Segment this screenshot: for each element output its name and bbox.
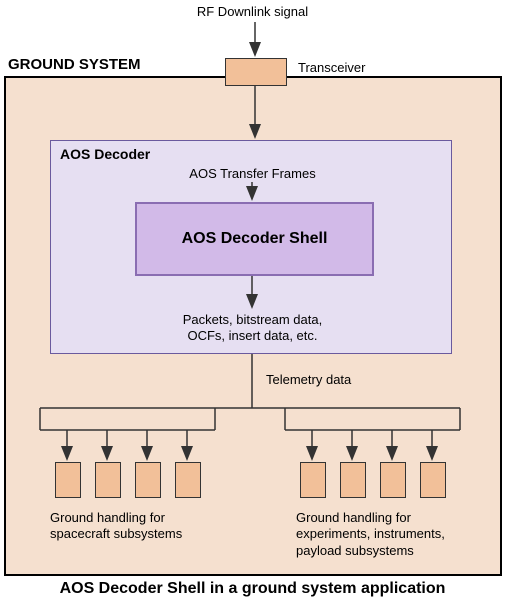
packets-output-label: Packets, bitstream data, OCFs, insert da… [0,312,505,345]
diagram-canvas: RF Downlink signal GROUND SYSTEM Transce… [0,0,505,606]
aos-decoder-shell-label: AOS Decoder Shell [182,229,328,248]
rf-downlink-label: RF Downlink signal [0,4,505,19]
transceiver-box [225,58,287,86]
subsystem-box [135,462,161,498]
subsystem-box [175,462,201,498]
subsystem-box [380,462,406,498]
aos-decoder-title: AOS Decoder [60,146,150,162]
ground-handling-left-label: Ground handling for spacecraft subsystem… [50,510,250,543]
ground-handling-right-label: Ground handling for experiments, instrum… [296,510,496,559]
figure-caption: AOS Decoder Shell in a ground system app… [0,580,505,598]
transceiver-label: Transceiver [298,60,365,75]
ground-system-title: GROUND SYSTEM [8,56,141,73]
aos-decoder-shell-box: AOS Decoder Shell [135,202,374,276]
aos-transfer-frames-label: AOS Transfer Frames [0,166,505,181]
subsystem-box [300,462,326,498]
subsystem-box [340,462,366,498]
subsystem-box [420,462,446,498]
subsystem-box [95,462,121,498]
telemetry-data-label: Telemetry data [266,372,351,387]
subsystem-box [55,462,81,498]
